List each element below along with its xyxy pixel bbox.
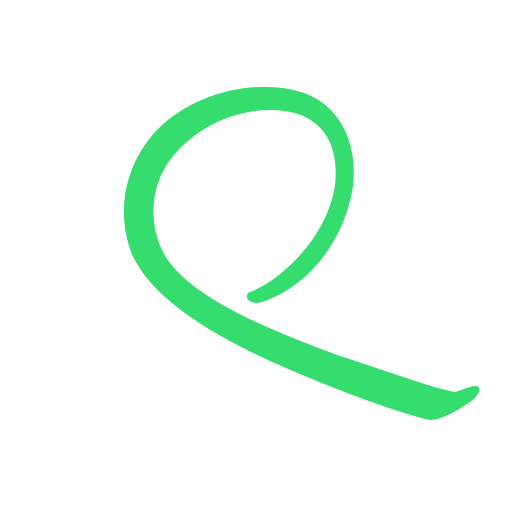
looped-brush-stroke-icon: [123, 86, 480, 420]
logo-canvas: [0, 0, 512, 512]
loop-stroke-shape: [123, 86, 480, 420]
